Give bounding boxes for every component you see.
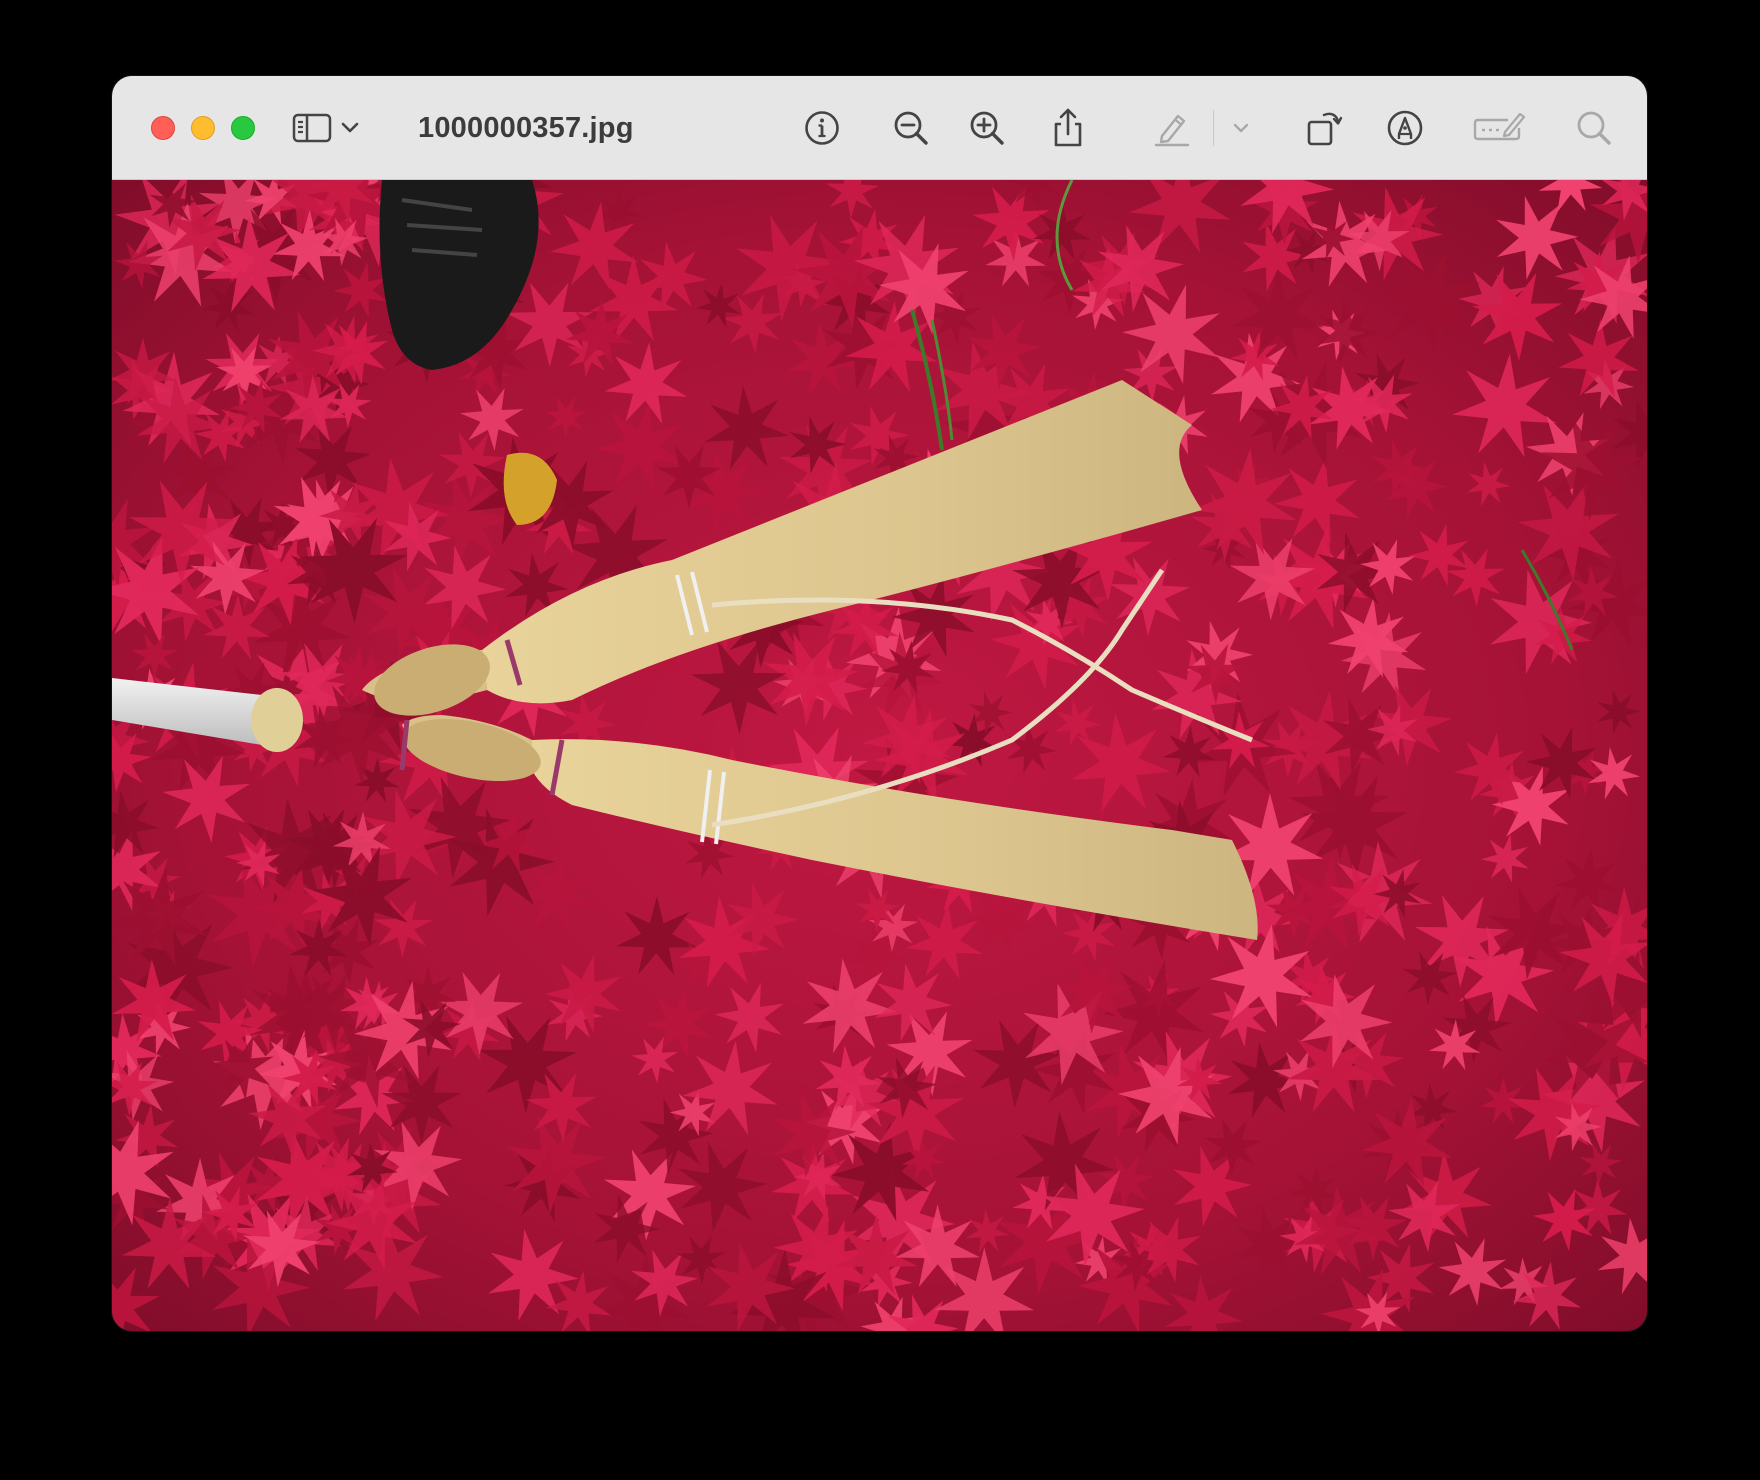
search-icon xyxy=(1577,111,1611,145)
chevron-down-icon xyxy=(1233,123,1249,133)
pencil-icon xyxy=(1154,114,1190,147)
maximize-button[interactable] xyxy=(231,116,255,140)
minimize-button[interactable] xyxy=(191,116,215,140)
toolbar-divider xyxy=(1213,110,1214,146)
info-button[interactable] xyxy=(800,106,844,150)
highlight-menu-button[interactable] xyxy=(1226,106,1256,150)
markup-button[interactable] xyxy=(1383,106,1427,150)
photo-brooms-on-maple-leaves xyxy=(112,180,1647,1331)
form-fill-button[interactable] xyxy=(1471,106,1527,150)
form-fill-icon xyxy=(1473,112,1526,141)
sidebar-menu-button[interactable] xyxy=(335,106,365,150)
close-button[interactable] xyxy=(151,116,175,140)
search-button[interactable] xyxy=(1572,106,1616,150)
document-title: 1000000357.jpg xyxy=(418,112,634,144)
rotate-button[interactable] xyxy=(1302,106,1346,150)
sidebar-toggle-button[interactable] xyxy=(290,106,334,150)
zoom-out-icon xyxy=(894,111,928,145)
sidebar-icon xyxy=(292,113,332,143)
zoom-in-button[interactable] xyxy=(965,106,1009,150)
share-icon xyxy=(1054,108,1082,147)
zoom-out-button[interactable] xyxy=(889,106,933,150)
share-button[interactable] xyxy=(1046,106,1090,150)
zoom-in-icon xyxy=(970,111,1004,145)
chevron-down-icon xyxy=(341,122,359,133)
preview-window: 1000000357.jpg xyxy=(112,76,1647,1331)
rotate-icon xyxy=(1307,112,1343,146)
image-canvas[interactable] xyxy=(112,180,1647,1331)
title-bar: 1000000357.jpg xyxy=(112,76,1647,180)
highlight-button[interactable] xyxy=(1150,106,1194,150)
info-icon xyxy=(805,111,839,145)
markup-icon xyxy=(1387,110,1423,146)
